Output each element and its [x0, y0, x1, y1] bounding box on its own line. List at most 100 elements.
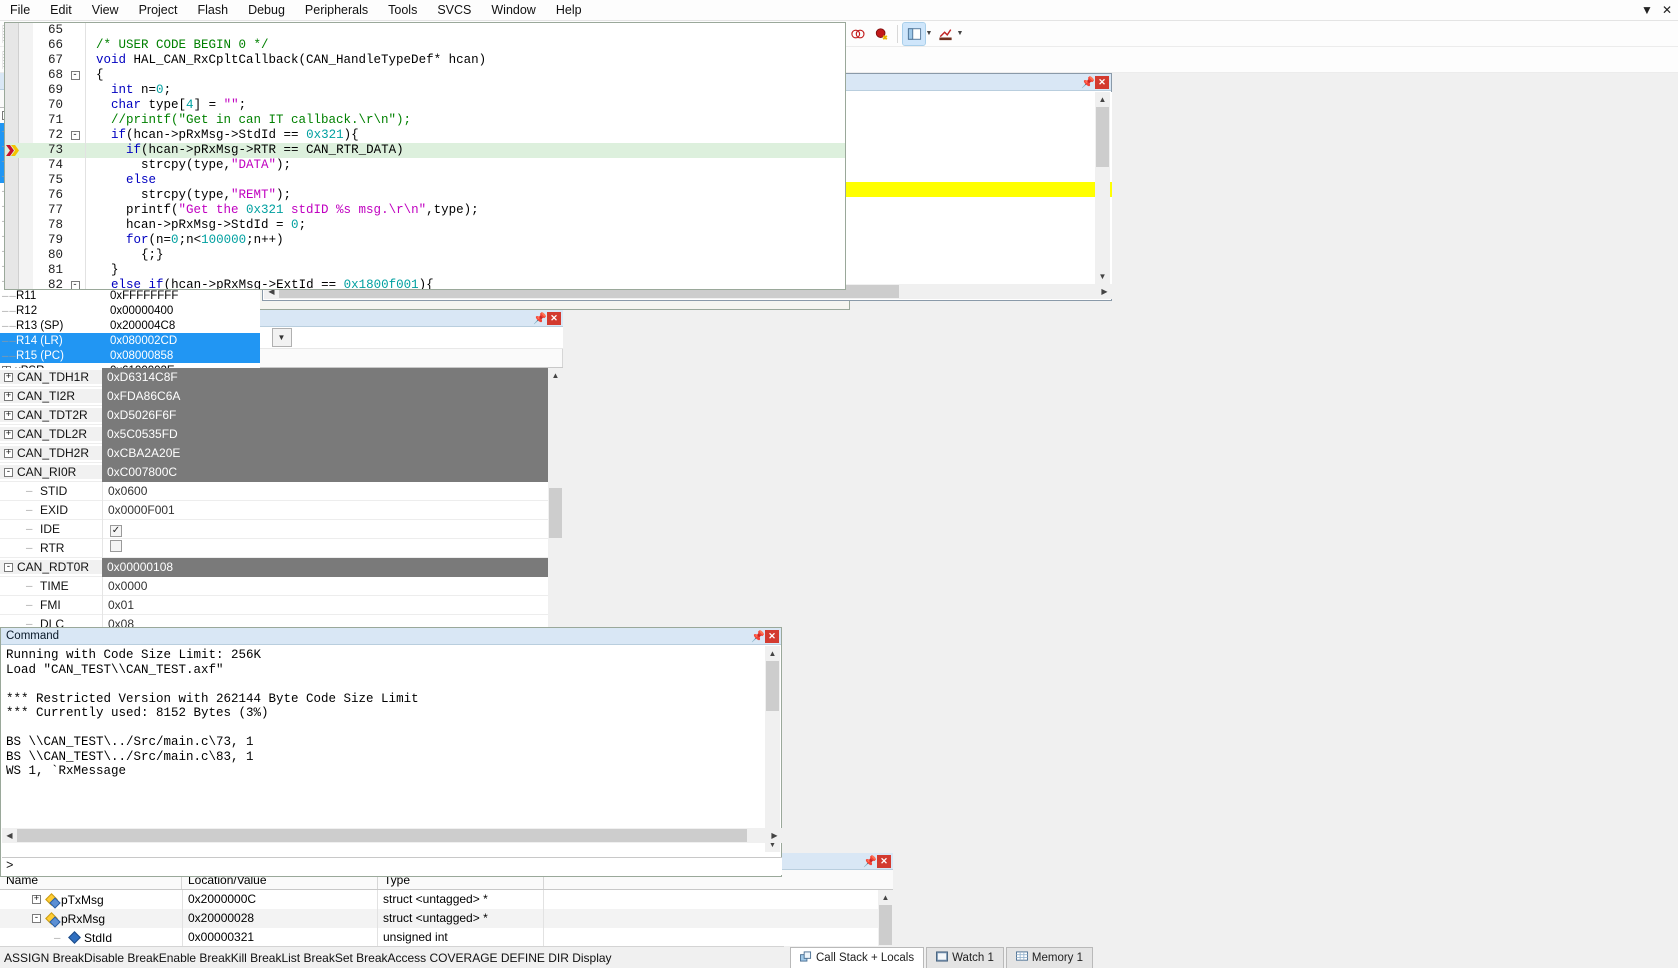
- editor-line[interactable]: 82 - else if(hcan->pRxMsg->ExtId == 0x18…: [5, 278, 845, 289]
- fold-toggle-icon[interactable]: [69, 113, 85, 128]
- editor-line[interactable]: 66 /* USER CODE BEGIN 0 */: [5, 38, 845, 53]
- scroll-thumb[interactable]: [1096, 107, 1109, 167]
- menu-item-peripherals[interactable]: Peripherals: [295, 1, 378, 19]
- can-register-row[interactable]: + CAN_TDL2R 0x5C0535FD: [0, 424, 563, 444]
- fold-toggle-icon[interactable]: [69, 203, 85, 218]
- close-icon[interactable]: ✕: [1095, 75, 1109, 89]
- close-icon[interactable]: ✕: [547, 311, 561, 325]
- line-code[interactable]: else if(hcan->pRxMsg->ExtId == 0x1800f00…: [85, 278, 845, 289]
- breakpoint-kill-all-icon[interactable]: [870, 23, 892, 45]
- tree-expander-icon[interactable]: +: [4, 391, 13, 401]
- can-value[interactable]: 0x01: [102, 595, 563, 615]
- can-register-row[interactable]: - CAN_RI0R 0xC007800C: [0, 462, 563, 482]
- register-row[interactable]: ── R14 (LR) 0x080002CD: [0, 333, 260, 348]
- configuration-wizard-icon[interactable]: [934, 23, 956, 45]
- fold-toggle-icon[interactable]: [69, 233, 85, 248]
- line-code[interactable]: }: [85, 263, 845, 278]
- pin-icon[interactable]: 📌: [533, 312, 547, 325]
- line-code[interactable]: int n=0;: [85, 83, 845, 98]
- pin-icon[interactable]: 📌: [1081, 76, 1095, 89]
- editor-line[interactable]: 76 strcpy(type,"REMT");: [5, 188, 845, 203]
- fold-toggle-icon[interactable]: [69, 173, 85, 188]
- can-register-row[interactable]: + CAN_TDH2R 0xCBA2A20E: [0, 443, 563, 463]
- can-value[interactable]: 0x00000108: [102, 557, 563, 577]
- line-code[interactable]: printf("Get the 0x321 stdID %s msg.\r\n"…: [85, 203, 845, 218]
- fold-toggle-icon[interactable]: [69, 158, 85, 173]
- can-peripheral-dropdown[interactable]: ▼: [271, 328, 292, 347]
- can-value-checkbox[interactable]: ✓: [102, 519, 563, 539]
- pin-icon[interactable]: 📌: [751, 630, 765, 643]
- line-code[interactable]: strcpy(type,"DATA");: [85, 158, 845, 173]
- command-input[interactable]: >: [2, 857, 782, 875]
- can-register-row[interactable]: ─ STID 0x0600: [0, 481, 563, 501]
- fold-toggle-icon[interactable]: [69, 248, 85, 263]
- checkbox-unchecked-icon[interactable]: [110, 539, 122, 552]
- register-value[interactable]: 0x200004C8: [110, 320, 260, 332]
- line-code[interactable]: else: [85, 173, 845, 188]
- line-code[interactable]: {;}: [85, 248, 845, 263]
- can-register-row[interactable]: ─ RTR: [0, 538, 563, 558]
- register-row[interactable]: ── R11 0xFFFFFFFF: [0, 288, 260, 303]
- scroll-up-icon[interactable]: ▲: [1095, 92, 1110, 107]
- can-value[interactable]: 0x0000: [102, 576, 563, 596]
- editor-line[interactable]: 70 char type[4] = "";: [5, 98, 845, 113]
- checkbox-checked-icon[interactable]: ✓: [110, 524, 122, 537]
- menu-item-tools[interactable]: Tools: [378, 1, 427, 19]
- scroll-right-icon[interactable]: ▶: [1097, 284, 1112, 299]
- menu-item-window[interactable]: Window: [481, 1, 545, 19]
- can-register-row[interactable]: - CAN_RDT0R 0x00000108: [0, 557, 563, 577]
- close-icon[interactable]: ✕: [877, 854, 891, 868]
- can-register-row[interactable]: + CAN_TI2R 0xFDA86C6A: [0, 386, 563, 406]
- menu-item-help[interactable]: Help: [546, 1, 592, 19]
- disassembly-vscrollbar[interactable]: ▲ ▼: [1095, 92, 1110, 284]
- register-value[interactable]: 0x080002CD: [110, 335, 260, 347]
- editor-code-area[interactable]: 65 66 /* USER CODE BEGIN 0 */ 67 void HA…: [4, 22, 846, 290]
- editor-line[interactable]: 78 hcan->pRxMsg->StdId = 0;: [5, 218, 845, 233]
- can-value-checkbox[interactable]: [102, 538, 563, 558]
- line-code[interactable]: [85, 23, 845, 38]
- editor-line[interactable]: 68 - {: [5, 68, 845, 83]
- can-register-row[interactable]: ─ EXID 0x0000F001: [0, 500, 563, 520]
- menu-item-edit[interactable]: Edit: [40, 1, 82, 19]
- scroll-thumb[interactable]: [766, 661, 779, 711]
- can-value[interactable]: 0xFDA86C6A: [102, 386, 563, 406]
- editor-line[interactable]: 73 if(hcan->pRxMsg->RTR == CAN_RTR_DATA): [5, 143, 845, 158]
- project-window-icon[interactable]: [902, 21, 927, 46]
- can-value[interactable]: 0xC007800C: [102, 462, 563, 482]
- line-code[interactable]: if(hcan->pRxMsg->RTR == CAN_RTR_DATA): [85, 143, 845, 158]
- register-value[interactable]: 0x00000400: [110, 305, 260, 317]
- menu-item-svcs[interactable]: SVCS: [427, 1, 481, 19]
- fold-toggle-icon[interactable]: [69, 143, 85, 158]
- can-register-row[interactable]: + CAN_TDT2R 0xD5026F6F: [0, 405, 563, 425]
- line-code[interactable]: if(hcan->pRxMsg->StdId == 0x321){: [85, 128, 845, 143]
- line-code[interactable]: hcan->pRxMsg->StdId = 0;: [85, 218, 845, 233]
- chevron-down-icon[interactable]: ▼: [924, 30, 933, 37]
- scroll-up-icon[interactable]: ▲: [548, 368, 563, 383]
- scroll-up-icon[interactable]: ▲: [765, 646, 780, 661]
- can-register-row[interactable]: ─ IDE ✓: [0, 519, 563, 539]
- scroll-thumb[interactable]: [879, 905, 892, 945]
- chevron-down-icon[interactable]: ▼: [955, 30, 964, 37]
- editor-line[interactable]: 72 - if(hcan->pRxMsg->StdId == 0x321){: [5, 128, 845, 143]
- cs-value[interactable]: 0x2000000C: [182, 890, 378, 909]
- line-code[interactable]: /* USER CODE BEGIN 0 */: [85, 38, 845, 53]
- editor-line[interactable]: 67 void HAL_CAN_RxCpltCallback(CAN_Handl…: [5, 53, 845, 68]
- line-code[interactable]: char type[4] = "";: [85, 98, 845, 113]
- line-code[interactable]: //printf("Get in can IT callback.\r\n");: [85, 113, 845, 128]
- pin-icon[interactable]: 📌: [863, 855, 877, 868]
- can-register-row[interactable]: + CAN_TDH1R 0xD6314C8F: [0, 368, 563, 387]
- bottom-tab-watch-1[interactable]: Watch 1: [926, 947, 1004, 968]
- can-value[interactable]: 0xD5026F6F: [102, 405, 563, 425]
- fold-toggle-icon[interactable]: [69, 53, 85, 68]
- fold-toggle-icon[interactable]: [69, 263, 85, 278]
- command-vscrollbar[interactable]: ▲ ▼: [765, 646, 780, 852]
- fold-toggle-icon[interactable]: [69, 98, 85, 113]
- scroll-track[interactable]: [17, 828, 767, 843]
- fold-toggle-icon[interactable]: -: [69, 278, 85, 289]
- menu-item-flash[interactable]: Flash: [187, 1, 238, 19]
- editor-line[interactable]: 79 for(n=0;n<100000;n++): [5, 233, 845, 248]
- register-row[interactable]: ── R12 0x00000400: [0, 303, 260, 318]
- can-value[interactable]: 0xCBA2A20E: [102, 443, 563, 463]
- can-value[interactable]: 0xD6314C8F: [102, 368, 563, 387]
- editor-line[interactable]: 75 else: [5, 173, 845, 188]
